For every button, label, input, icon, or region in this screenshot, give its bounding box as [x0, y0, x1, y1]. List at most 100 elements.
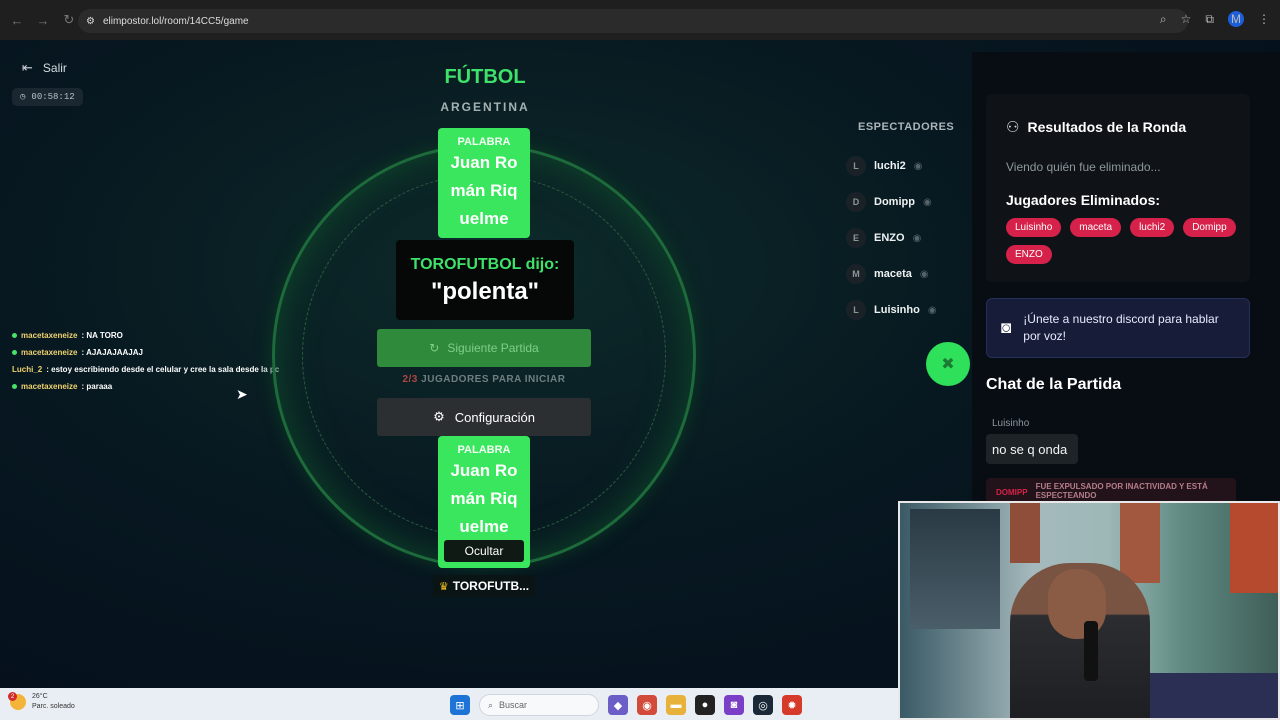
hide-word-button[interactable]: Ocultar: [444, 540, 524, 562]
windows-start-icon[interactable]: ⊞: [450, 695, 470, 715]
card-word-line: Juan Ro: [450, 153, 518, 172]
webcam-poster-shape: [1010, 503, 1040, 563]
spectators-list: Lluchi2 ◉ D Domipp ◉ E ENZO ◉ Mmaceta ◉ L Luisi…: [846, 148, 937, 328]
stream-chat-message: : AJAJAJAAJAJ: [81, 348, 143, 357]
taskbar-icons: ⊞ ⌕ Buscar ◆ ◉ ▬ ● ◙ ◎ ✹: [450, 694, 802, 716]
close-panel-button[interactable]: ✖: [926, 342, 970, 386]
spectator-name: ENZO: [874, 232, 905, 244]
weather-text: 26°C Parc. soleado: [32, 692, 75, 712]
players-needed-text: 2/3 JUGADORES PARA INICIAR: [377, 374, 591, 385]
refresh-icon: ↻: [429, 341, 440, 355]
forward-icon[interactable]: →: [34, 11, 52, 29]
chat-message-text: no se q onda: [986, 434, 1078, 464]
said-word: "polenta": [430, 278, 540, 305]
user-icon: ⚇: [1006, 119, 1020, 136]
word-card-bottom: PALABRA Juan Ro mán Riq uelme Ocultar: [438, 436, 530, 568]
spectator-item: Mmaceta ◉: [846, 256, 937, 292]
results-subtitle: Viendo quién fue eliminado...: [1006, 160, 1161, 174]
next-game-label: Siguiente Partida: [447, 341, 539, 355]
timer-badge: ◷ 00:58:12: [12, 88, 83, 106]
eliminated-tag: Luisinho: [1006, 218, 1062, 237]
chat-message-user: Luisinho: [992, 418, 1030, 429]
steam-icon[interactable]: ◎: [753, 695, 773, 715]
eliminated-tag: ENZO: [1006, 245, 1052, 264]
status-dot-icon: [12, 333, 17, 338]
browser-actions: ⌕ ☆ ⧉ M ⋮: [1160, 11, 1270, 27]
stream-chat-message: : paraaa: [81, 382, 113, 391]
search-placeholder: Buscar: [499, 700, 528, 710]
teams-icon[interactable]: ◆: [608, 695, 628, 715]
crown-icon: ♛: [438, 580, 449, 593]
notification-badge: 2: [8, 692, 17, 701]
card-word-line: mán Riq: [450, 181, 518, 200]
host-badge: ♛ TOROFUTB...: [433, 575, 535, 597]
stream-chat-user: macetaxeneize: [21, 382, 78, 391]
card-label: PALABRA: [457, 136, 511, 148]
category-title: FÚTBOL: [444, 66, 526, 88]
extensions-icon[interactable]: ⧉: [1205, 12, 1214, 27]
webcam-overlay: [898, 501, 1280, 720]
eliminated-tags: Luisinho maceta luchi2 Domipp ENZO: [1006, 218, 1236, 264]
zoom-icon[interactable]: ⌕: [1160, 12, 1167, 27]
bookmark-star-icon[interactable]: ☆: [1181, 12, 1192, 26]
microphone-icon: [1084, 621, 1098, 681]
card-word-line: Juan Ro: [450, 461, 518, 480]
eye-icon: ◉: [912, 232, 922, 244]
folder-icon[interactable]: ▬: [666, 695, 686, 715]
eye-icon: ◉: [927, 304, 937, 316]
discord-text: ¡Únete a nuestro discord para hablar por…: [1023, 312, 1219, 343]
back-icon[interactable]: ←: [8, 11, 26, 29]
host-name: TOROFUTB...: [452, 579, 530, 593]
stream-chat-message: : estoy escribiendo desde el celular y c…: [46, 365, 280, 374]
results-header: ⚇ Resultados de la Ronda: [1006, 118, 1186, 136]
eliminated-tag: luchi2: [1130, 218, 1175, 237]
discord-icon: ◙: [1001, 318, 1012, 337]
spectator-name: Domipp: [874, 196, 915, 208]
category-subtitle: ARGENTINA: [440, 100, 530, 114]
eye-icon: ◉: [922, 196, 932, 208]
menu-dots-icon[interactable]: ⋮: [1258, 12, 1270, 26]
discord-banner[interactable]: ◙ ¡Únete a nuestro discord para hablar p…: [986, 298, 1250, 358]
exit-label: Salir: [42, 61, 67, 75]
card-word: Juan Ro mán Riq uelme: [438, 457, 530, 541]
eliminated-title: Jugadores Eliminados:: [1006, 192, 1161, 208]
players-needed-label: JUGADORES PARA INICIAR: [421, 374, 566, 385]
obs-icon[interactable]: ●: [695, 695, 715, 715]
avatar: L: [846, 300, 866, 320]
next-game-button[interactable]: ↻ Siguiente Partida: [377, 329, 591, 367]
config-button[interactable]: ⚙ Configuración: [377, 398, 591, 436]
status-dot-icon: [12, 350, 17, 355]
stream-chat-message: : NA TORO: [81, 331, 123, 340]
webcam-poster-shape: [1230, 503, 1278, 593]
stream-chat-user: Luchi_2: [12, 365, 43, 374]
webcam-poster-shape: [1120, 503, 1160, 583]
avatar: M: [846, 264, 866, 284]
browser-toolbar: ← → ↻ ⚙ elimpostor.lol/room/14CC5/game ⌕…: [0, 0, 1280, 40]
stream-chat-line: Luchi_2: estoy escribiendo desde el celu…: [12, 361, 279, 378]
reload-icon[interactable]: ↻: [60, 11, 78, 29]
spectator-item: D Domipp ◉: [846, 184, 937, 220]
windows-taskbar: 2 26°C Parc. soleado ⊞ ⌕ Buscar ◆ ◉ ▬ ● …: [0, 688, 898, 720]
stream-chat-user: macetaxeneize: [21, 348, 78, 357]
weather-icon: 2: [8, 692, 26, 710]
stream-chat-line: macetaxeneize: NA TORO: [12, 327, 279, 344]
chat-title: Chat de la Partida: [986, 376, 1122, 393]
game-app-icon[interactable]: ✹: [782, 695, 802, 715]
eye-icon: ◉: [919, 268, 929, 280]
weather-widget[interactable]: 2 26°C Parc. soleado: [8, 692, 75, 712]
player-said-popup: TOROFUTBOL dijo: "polenta": [396, 240, 574, 320]
chrome-icon[interactable]: ◉: [637, 695, 657, 715]
weather-temp: 26°C: [32, 693, 48, 700]
address-bar[interactable]: ⚙ elimpostor.lol/room/14CC5/game: [78, 9, 1188, 33]
config-label: Configuración: [454, 409, 535, 425]
site-info-icon[interactable]: ⚙: [86, 16, 95, 27]
profile-avatar[interactable]: M: [1228, 11, 1244, 27]
webcam-desk-shape: [1150, 673, 1278, 718]
exit-button[interactable]: ⇤ Salir: [22, 60, 67, 76]
stream-chat-user: macetaxeneize: [21, 331, 78, 340]
timer-value: 00:58:12: [31, 92, 75, 102]
taskbar-search[interactable]: ⌕ Buscar: [479, 694, 599, 716]
discord-app-icon[interactable]: ◙: [724, 695, 744, 715]
gear-icon: ⚙: [433, 409, 445, 424]
status-dot-icon: [12, 384, 17, 389]
